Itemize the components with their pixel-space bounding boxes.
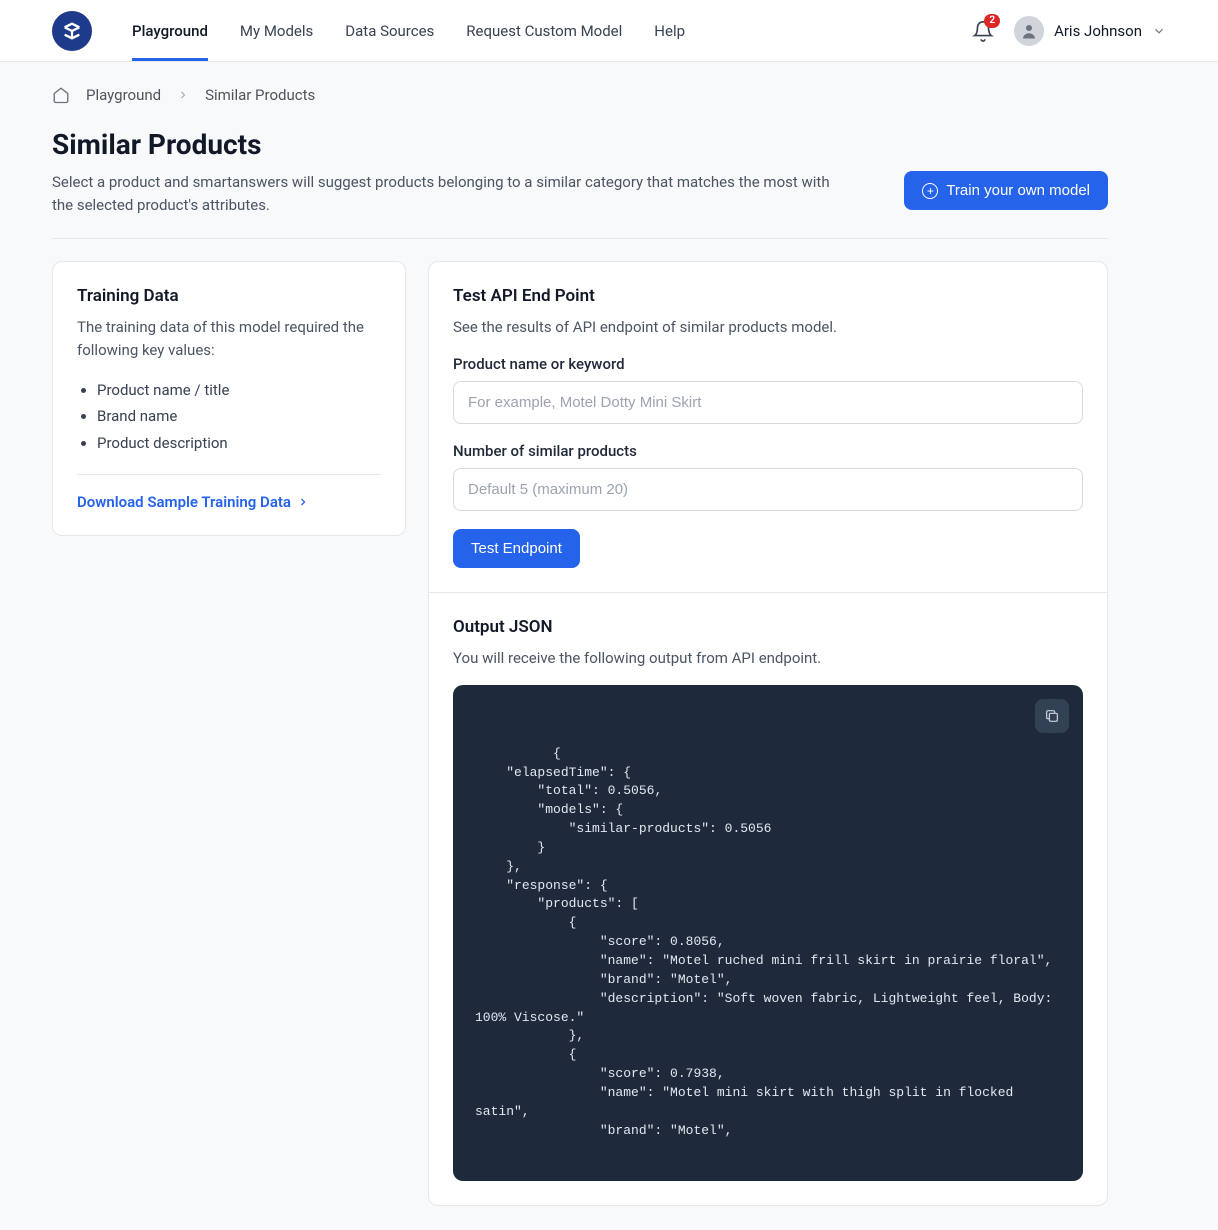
home-icon <box>52 86 70 104</box>
copy-icon <box>1044 708 1060 724</box>
test-endpoint-button[interactable]: Test Endpoint <box>453 529 580 568</box>
user-icon <box>1020 22 1038 40</box>
list-item: Product description <box>97 430 381 456</box>
copy-button[interactable] <box>1035 699 1069 733</box>
divider <box>77 474 381 475</box>
training-title: Training Data <box>77 286 381 306</box>
chevron-right-icon <box>297 496 309 508</box>
train-button-label: Train your own model <box>946 182 1090 199</box>
breadcrumb: Playground Similar Products <box>52 86 1108 104</box>
product-name-input[interactable] <box>453 381 1083 424</box>
test-subtitle: See the results of API endpoint of simil… <box>453 316 1083 339</box>
logo[interactable] <box>52 11 92 51</box>
list-item: Brand name <box>97 403 381 429</box>
download-label: Download Sample Training Data <box>77 493 291 511</box>
notification-badge: 2 <box>984 14 1000 28</box>
output-title: Output JSON <box>453 617 1083 637</box>
list-item: Product name / title <box>97 377 381 403</box>
chevron-down-icon <box>1152 24 1166 38</box>
number-products-label: Number of similar products <box>453 442 1083 460</box>
output-code: { "elapsedTime": { "total": 0.5056, "mod… <box>475 746 1060 1138</box>
nav-item-my-models[interactable]: My Models <box>240 2 313 60</box>
nav-item-playground[interactable]: Playground <box>132 2 208 60</box>
training-data-card: Training Data The training data of this … <box>52 261 406 536</box>
breadcrumb-current: Similar Products <box>205 86 315 104</box>
training-subtitle: The training data of this model required… <box>77 316 381 361</box>
train-model-button[interactable]: + Train your own model <box>904 171 1108 210</box>
user-menu[interactable]: Aris Johnson <box>1014 16 1166 46</box>
user-name: Aris Johnson <box>1054 22 1142 40</box>
number-products-input[interactable] <box>453 468 1083 511</box>
test-api-card: Test API End Point See the results of AP… <box>428 261 1108 1206</box>
test-title: Test API End Point <box>453 286 1083 306</box>
output-code-block: { "elapsedTime": { "total": 0.5056, "mod… <box>453 685 1083 1181</box>
nav-item-help[interactable]: Help <box>654 2 685 60</box>
plus-circle-icon: + <box>922 183 938 199</box>
chevron-right-icon <box>177 89 189 101</box>
nav-item-data-sources[interactable]: Data Sources <box>345 2 434 60</box>
page-title: Similar Products <box>52 128 1108 161</box>
output-subtitle: You will receive the following output fr… <box>453 647 1083 670</box>
main-nav: Playground My Models Data Sources Reques… <box>132 2 972 60</box>
download-sample-link[interactable]: Download Sample Training Data <box>77 493 381 511</box>
breadcrumb-root[interactable]: Playground <box>86 86 161 104</box>
avatar <box>1014 16 1044 46</box>
nav-item-request-custom-model[interactable]: Request Custom Model <box>466 2 622 60</box>
notifications-button[interactable]: 2 <box>972 20 994 42</box>
product-name-label: Product name or keyword <box>453 355 1083 373</box>
page-subtitle: Select a product and smartanswers will s… <box>52 171 852 216</box>
